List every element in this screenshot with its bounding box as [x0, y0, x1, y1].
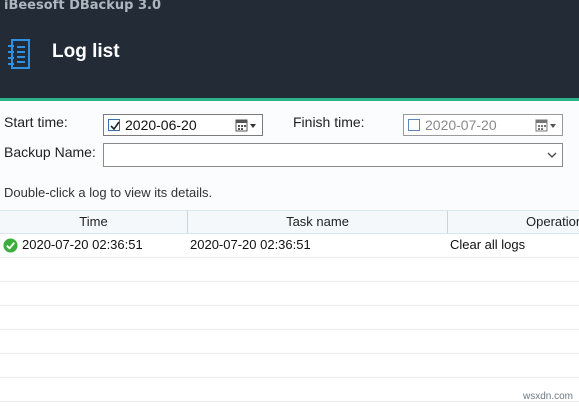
table-row[interactable]: 2020-07-20 02:36:51 2020-07-20 02:36:51 …	[0, 234, 579, 258]
checkmark-icon	[110, 121, 120, 131]
table-row-empty	[0, 378, 579, 402]
log-list-icon	[8, 39, 30, 69]
start-time-label: Start time:	[4, 114, 68, 130]
finish-date-value: 2020-07-20	[425, 117, 497, 133]
column-header-task-name[interactable]: Task name	[188, 211, 447, 233]
watermark: wsxdn.com	[522, 391, 573, 402]
page-title: Log list	[52, 41, 120, 62]
header-bar: iBeesoft DBackup 3.0 Log list	[0, 0, 579, 98]
success-check-icon	[3, 238, 18, 253]
finish-time-label: Finish time:	[293, 114, 365, 130]
chevron-down-icon[interactable]	[547, 152, 557, 159]
app-title: iBeesoft DBackup 3.0	[4, 0, 162, 13]
row-time: 2020-07-20 02:36:51	[22, 237, 143, 252]
table-row-empty	[0, 330, 579, 354]
table-row-empty	[0, 306, 579, 330]
hint-text: Double-click a log to view its details.	[4, 185, 213, 200]
finish-time-checkbox[interactable]	[408, 119, 420, 131]
column-header-time[interactable]: Time	[0, 211, 187, 233]
column-header-operation[interactable]: Operation	[448, 211, 579, 233]
start-time-picker[interactable]: 2020-06-20	[103, 114, 263, 136]
backup-name-label: Backup Name:	[4, 144, 96, 160]
start-date-value: 2020-06-20	[125, 117, 197, 133]
log-table-header: Time Task name Operation	[0, 210, 579, 234]
table-row-empty	[0, 258, 579, 282]
finish-time-picker[interactable]: 2020-07-20	[403, 114, 563, 136]
start-time-checkbox[interactable]	[108, 119, 120, 131]
table-row-empty	[0, 282, 579, 306]
backup-name-combobox[interactable]	[103, 143, 563, 167]
table-row-empty	[0, 354, 579, 378]
calendar-dropdown-icon[interactable]	[535, 119, 559, 132]
row-task-name: 2020-07-20 02:36:51	[190, 237, 311, 252]
row-operation: Clear all logs	[450, 237, 526, 252]
calendar-dropdown-icon[interactable]	[235, 119, 259, 132]
